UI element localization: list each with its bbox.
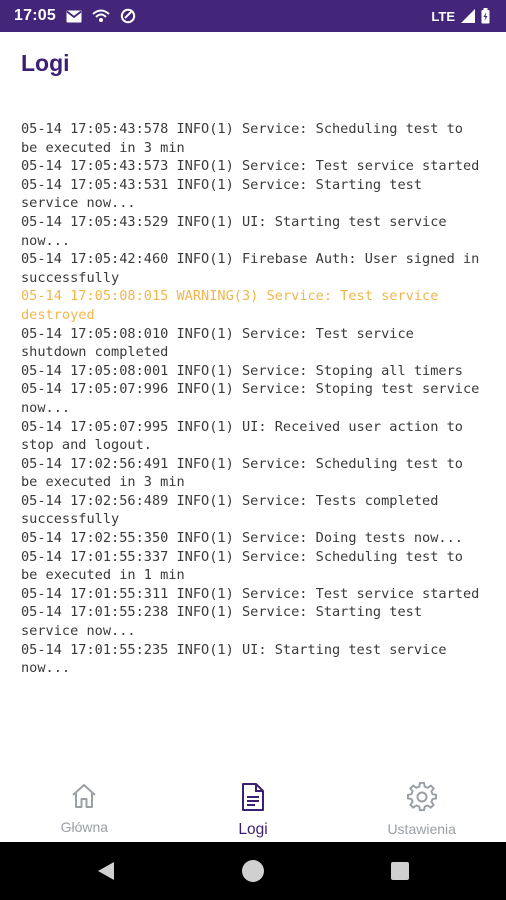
log-entry: 05-14 17:01:55:337 INFO(1) Service: Sche… [21, 548, 463, 584]
log-entry: 05-14 17:05:08:010 INFO(1) Service: Test… [21, 325, 414, 361]
recents-icon[interactable] [388, 859, 412, 883]
log-entry: 05-14 17:02:56:491 INFO(1) Service: Sche… [21, 455, 463, 491]
battery-icon [481, 8, 490, 24]
data-saver-icon [120, 8, 136, 24]
home-circle-icon[interactable] [241, 859, 265, 883]
log-entry: 05-14 17:05:07:995 INFO(1) UI: Received … [21, 418, 463, 454]
back-icon[interactable] [94, 859, 118, 883]
nav-item-glowna[interactable]: Główna [0, 768, 169, 842]
log-list[interactable]: 05-14 17:05:43:578 INFO(1) Service: Sche… [21, 120, 486, 678]
log-entry-warning: 05-14 17:05:08:015 WARNING(3) Service: T… [21, 288, 439, 323]
nav-item-logi[interactable]: Logi [169, 768, 338, 842]
nav-label-glowna: Główna [60, 819, 109, 835]
nav-label-ustawienia: Ustawienia [387, 821, 456, 837]
status-left: 17:05 [14, 7, 136, 25]
status-time: 17:05 [14, 7, 56, 24]
log-entry: 05-14 17:05:43:531 INFO(1) Service: Star… [21, 176, 423, 212]
log-entry: 05-14 17:05:43:529 INFO(1) UI: Starting … [21, 213, 447, 249]
bottom-nav: Główna Logi Ustawienia [0, 768, 506, 842]
wifi-calling-icon [92, 9, 110, 23]
log-entry: 05-14 17:01:55:311 INFO(1) Service: Test… [21, 585, 480, 602]
home-icon [69, 782, 99, 815]
nav-item-ustawienia[interactable]: Ustawienia [337, 768, 506, 842]
log-entry: 05-14 17:01:55:238 INFO(1) Service: Star… [21, 604, 423, 640]
signal-icon [461, 9, 475, 23]
log-entry: 05-14 17:02:56:489 INFO(1) Service: Test… [21, 492, 439, 528]
page-title: Logi [21, 50, 70, 76]
status-right: LTE [431, 8, 490, 24]
log-entry: 05-14 17:05:07:996 INFO(1) Service: Stop… [21, 381, 480, 416]
gear-icon [406, 781, 437, 817]
log-entry: 05-14 17:05:42:460 INFO(1) Firebase Auth… [21, 251, 480, 286]
nav-label-logi: Logi [238, 821, 268, 838]
log-entry: 05-14 17:05:43:573 INFO(1) Service: Test… [21, 158, 480, 175]
log-entry: 05-14 17:02:55:350 INFO(1) Service: Doin… [21, 530, 463, 547]
log-entry: 05-14 17:01:55:235 INFO(1) UI: Starting … [21, 641, 447, 677]
network-label: LTE [431, 8, 455, 24]
log-entry: 05-14 17:05:08:001 INFO(1) Service: Stop… [21, 362, 463, 379]
status-bar: 17:05 LTE [0, 0, 506, 32]
system-nav-bar [0, 842, 506, 900]
gmail-icon [66, 10, 82, 23]
document-icon [240, 782, 266, 817]
log-entry: 05-14 17:05:43:578 INFO(1) Service: Sche… [21, 121, 463, 156]
